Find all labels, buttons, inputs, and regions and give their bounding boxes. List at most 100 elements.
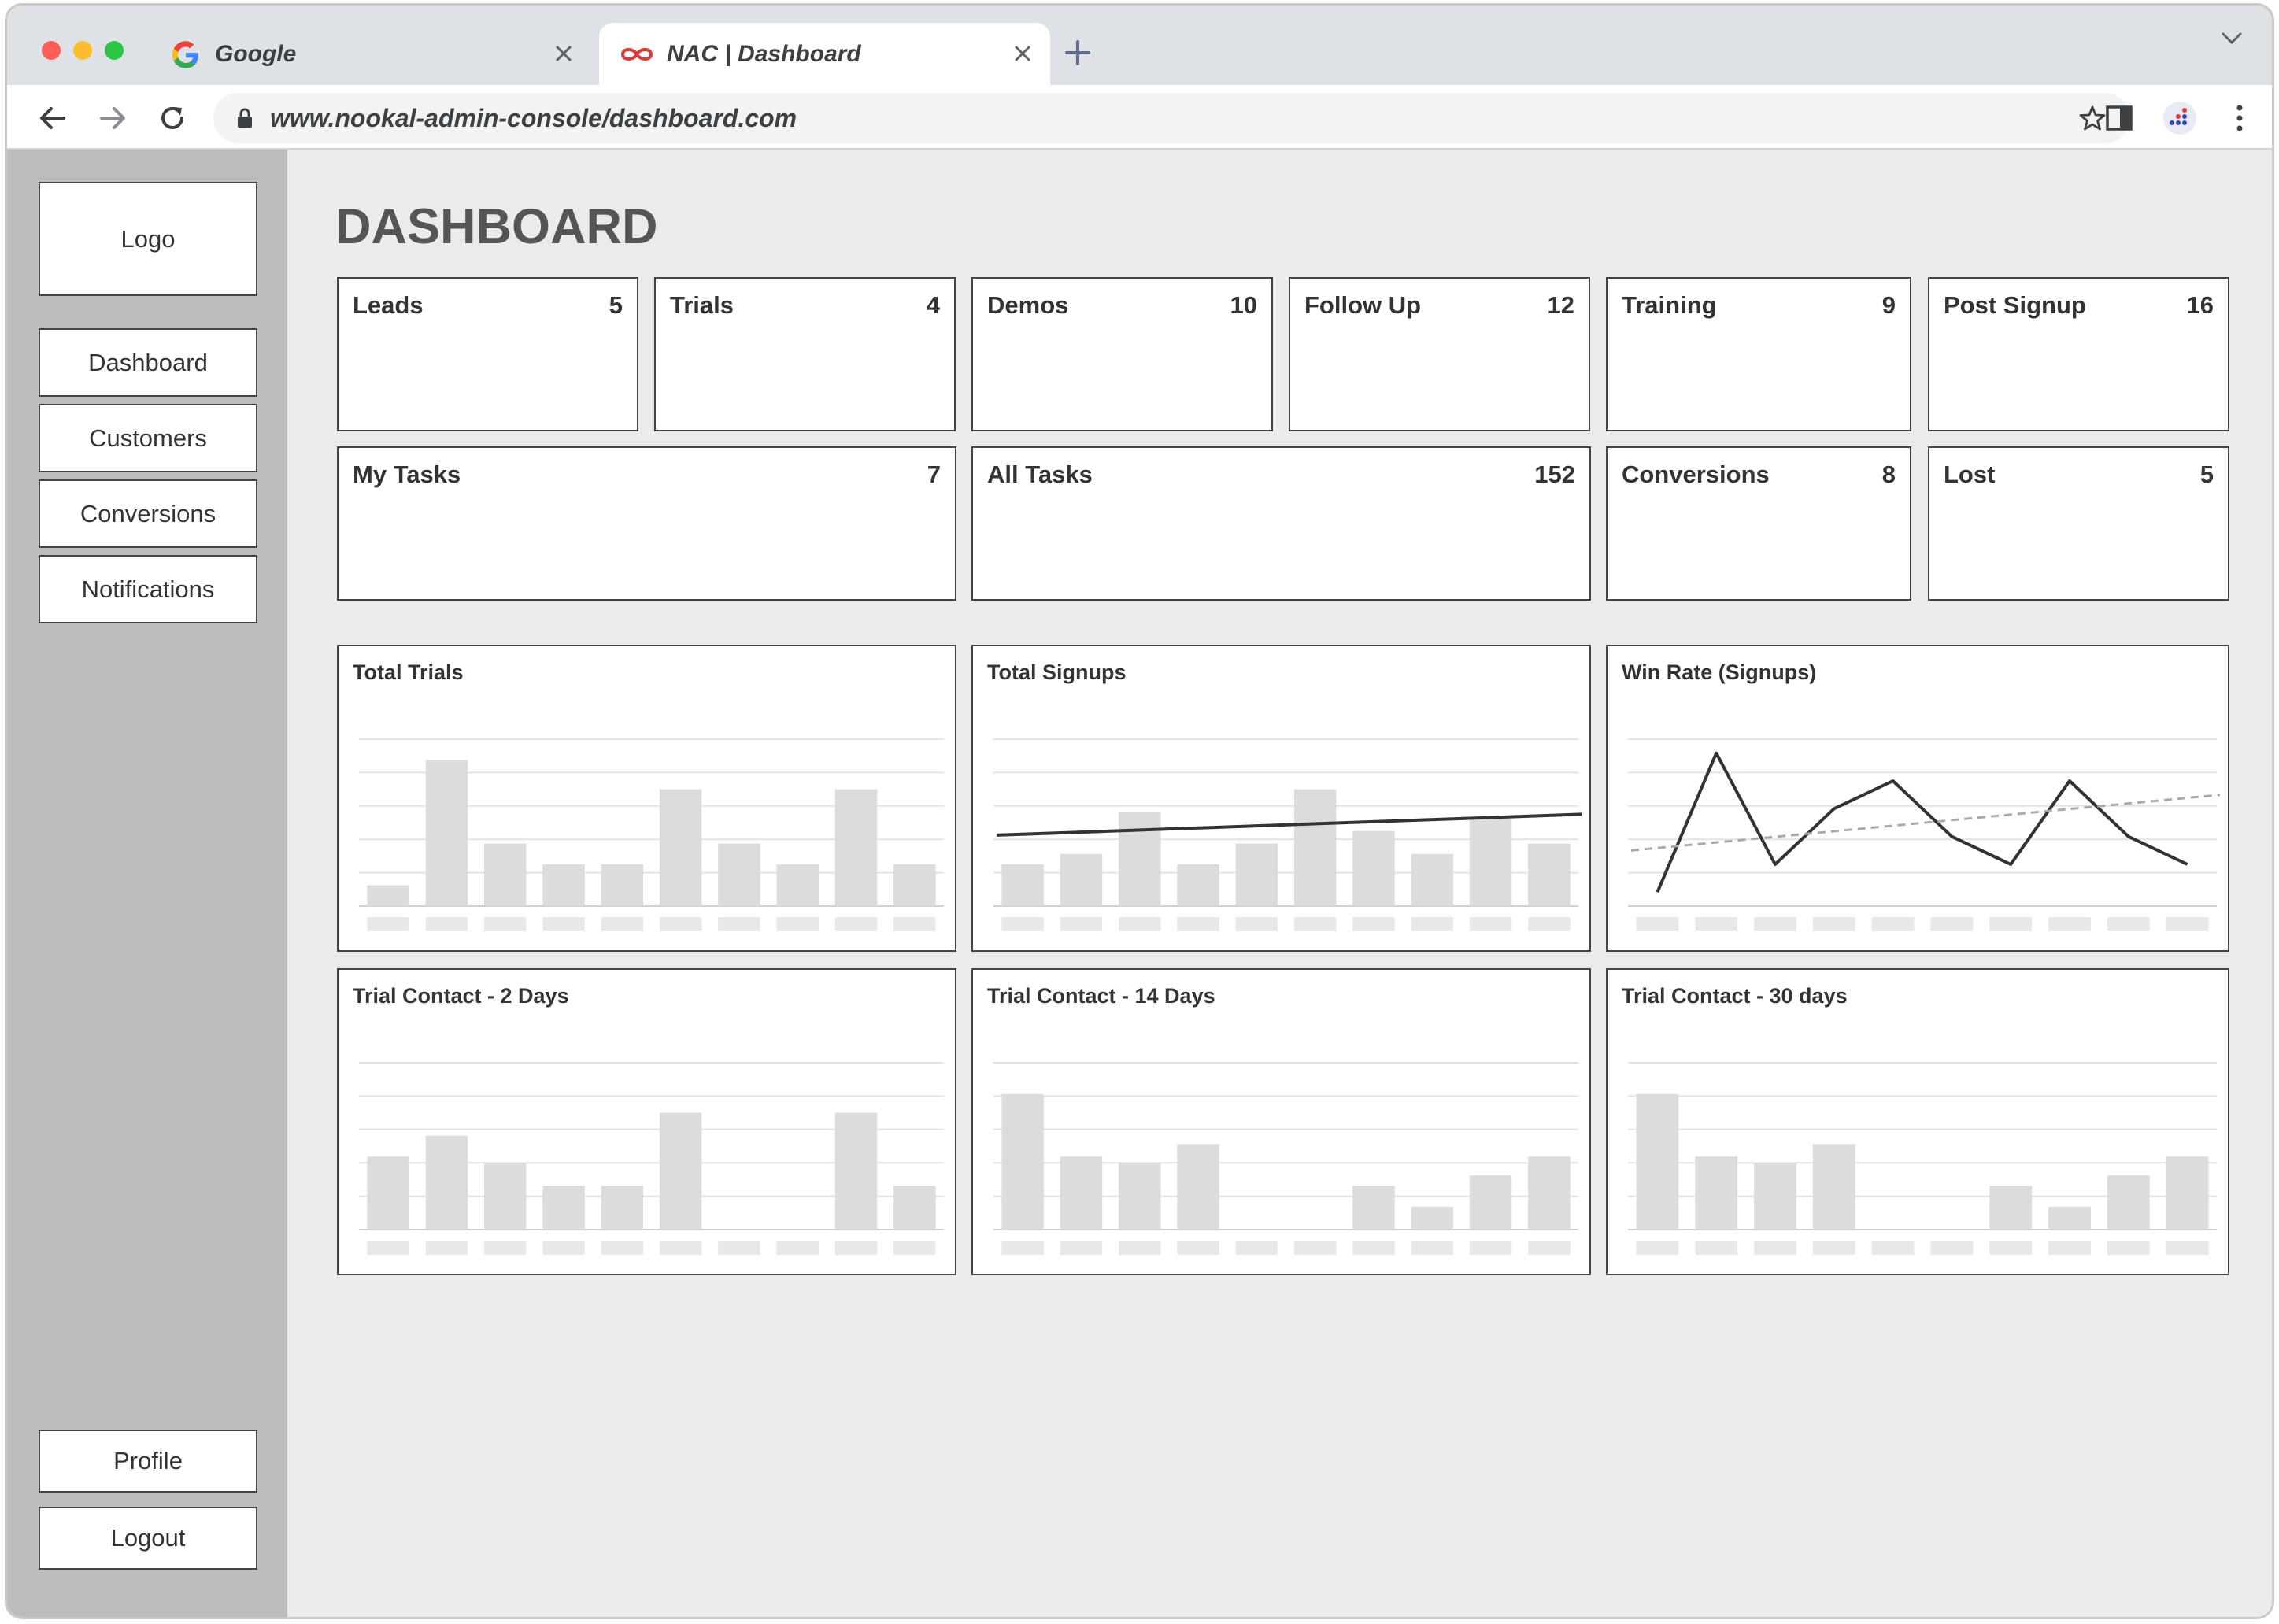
browser-window: Google NAC | Dashboard www.nookal-admin-… bbox=[5, 3, 2274, 1619]
bar bbox=[1528, 843, 1571, 906]
chart-svg bbox=[993, 1062, 1578, 1255]
bar bbox=[1636, 1093, 1679, 1230]
bar bbox=[1352, 830, 1395, 906]
stat-card-conversions[interactable]: Conversions 8 bbox=[1606, 446, 1911, 601]
bar bbox=[1469, 818, 1512, 906]
x-tick-placeholder bbox=[1754, 917, 1796, 931]
stat-label: Demos bbox=[987, 291, 1069, 319]
x-tick-placeholder bbox=[1528, 917, 1571, 931]
tab-google[interactable]: Google bbox=[150, 23, 591, 86]
close-icon[interactable] bbox=[1009, 40, 1036, 67]
tab-strip: Google NAC | Dashboard bbox=[7, 6, 2272, 86]
stat-label: Trials bbox=[670, 291, 734, 319]
stat-value: 5 bbox=[609, 291, 623, 319]
x-tick-placeholder bbox=[1989, 1241, 2033, 1255]
bar bbox=[2048, 1206, 2091, 1230]
x-tick-placeholder bbox=[1060, 1241, 1103, 1255]
x-tick-placeholder bbox=[659, 917, 702, 931]
stat-card-demos[interactable]: Demos 10 bbox=[971, 277, 1273, 431]
stat-value: 152 bbox=[1534, 461, 1575, 488]
logout-button[interactable]: Logout bbox=[39, 1507, 257, 1570]
chevron-down-icon[interactable] bbox=[2220, 29, 2244, 48]
stat-card-my-tasks[interactable]: My Tasks 7 bbox=[337, 446, 956, 601]
x-tick-placeholder bbox=[542, 917, 585, 931]
x-tick-placeholder bbox=[1352, 917, 1395, 931]
x-tick-placeholder bbox=[2166, 917, 2209, 931]
sidebar-item-customers[interactable]: Customers bbox=[39, 404, 257, 472]
x-tick-placeholder bbox=[1812, 917, 1855, 931]
maximize-window-button[interactable] bbox=[105, 41, 124, 60]
x-tick-placeholder bbox=[1177, 917, 1219, 931]
close-window-button[interactable] bbox=[42, 41, 61, 60]
stat-card-training[interactable]: Training 9 bbox=[1606, 277, 1911, 431]
x-tick-placeholder bbox=[367, 917, 409, 931]
x-tick-placeholder bbox=[1119, 917, 1161, 931]
stat-label: Lost bbox=[1944, 461, 1996, 488]
x-tick-placeholder bbox=[1989, 917, 2033, 931]
sidebar-item-dashboard[interactable]: Dashboard bbox=[39, 328, 257, 397]
x-tick-placeholder bbox=[601, 917, 644, 931]
sidebar-item-notifications[interactable]: Notifications bbox=[39, 555, 257, 623]
x-tick-placeholder bbox=[1930, 917, 1974, 931]
x-tick-placeholder bbox=[1352, 1241, 1395, 1255]
new-tab-icon[interactable] bbox=[1062, 37, 1093, 68]
stat-card-lost[interactable]: Lost 5 bbox=[1928, 446, 2229, 601]
x-tick-placeholder bbox=[425, 1241, 468, 1255]
back-icon[interactable] bbox=[35, 101, 70, 135]
bar bbox=[834, 1112, 878, 1230]
bar bbox=[601, 864, 644, 906]
minimize-window-button[interactable] bbox=[73, 41, 92, 60]
x-tick-placeholder bbox=[1930, 1241, 1974, 1255]
x-tick-placeholder bbox=[1411, 1241, 1453, 1255]
stat-value: 7 bbox=[927, 461, 941, 488]
x-tick-placeholder bbox=[2107, 917, 2150, 931]
stat-label: Leads bbox=[353, 291, 424, 319]
bar bbox=[367, 885, 409, 906]
forward-icon[interactable] bbox=[95, 101, 130, 135]
extension-icon[interactable] bbox=[2162, 101, 2197, 135]
stat-card-follow-up[interactable]: Follow Up 12 bbox=[1289, 277, 1590, 431]
bar bbox=[425, 1135, 468, 1230]
stat-card-leads[interactable]: Leads 5 bbox=[337, 277, 638, 431]
x-tick-placeholder bbox=[1235, 917, 1278, 931]
address-bar[interactable]: www.nookal-admin-console/dashboard.com bbox=[213, 93, 2130, 143]
profile-button[interactable]: Profile bbox=[39, 1430, 257, 1493]
menu-icon[interactable] bbox=[2222, 101, 2257, 135]
bar bbox=[1177, 864, 1219, 906]
x-tick-placeholder bbox=[1060, 917, 1103, 931]
bar bbox=[1695, 1156, 1738, 1230]
stat-label: My Tasks bbox=[353, 461, 461, 488]
side-panel-icon[interactable] bbox=[2103, 101, 2137, 135]
bar bbox=[1469, 1175, 1512, 1230]
chart-trial-contact-14-days: Trial Contact - 14 Days bbox=[971, 968, 1591, 1275]
stat-value: 8 bbox=[1881, 461, 1896, 488]
x-tick-placeholder bbox=[1293, 1241, 1337, 1255]
x-tick-placeholder bbox=[2107, 1241, 2150, 1255]
stat-card-post-signup[interactable]: Post Signup 16 bbox=[1928, 277, 2229, 431]
tab-dashboard[interactable]: NAC | Dashboard bbox=[599, 23, 1050, 86]
bar bbox=[834, 789, 878, 906]
bar bbox=[2166, 1156, 2209, 1230]
chart-total-trials: Total Trials bbox=[337, 645, 956, 952]
sidebar-item-conversions[interactable]: Conversions bbox=[39, 479, 257, 548]
bar bbox=[1235, 843, 1278, 906]
reload-icon[interactable] bbox=[155, 101, 190, 135]
stat-value: 12 bbox=[1547, 291, 1574, 319]
stat-card-trials[interactable]: Trials 4 bbox=[654, 277, 956, 431]
stat-card-all-tasks[interactable]: All Tasks 152 bbox=[971, 446, 1591, 601]
x-tick-placeholder bbox=[1001, 917, 1044, 931]
bar bbox=[1119, 1163, 1161, 1230]
x-tick-placeholder bbox=[425, 917, 468, 931]
stat-label: Training bbox=[1622, 291, 1717, 319]
x-tick-placeholder bbox=[1695, 1241, 1738, 1255]
close-icon[interactable] bbox=[550, 40, 577, 67]
x-tick-placeholder bbox=[1469, 1241, 1512, 1255]
bar bbox=[776, 864, 819, 906]
bar bbox=[1177, 1144, 1219, 1230]
stat-value: 5 bbox=[2199, 461, 2214, 488]
series-line bbox=[1656, 751, 2188, 893]
logo[interactable]: Logo bbox=[39, 182, 257, 296]
x-tick-placeholder bbox=[2048, 917, 2091, 931]
x-tick-placeholder bbox=[718, 917, 760, 931]
infinity-logo-icon bbox=[620, 48, 653, 61]
